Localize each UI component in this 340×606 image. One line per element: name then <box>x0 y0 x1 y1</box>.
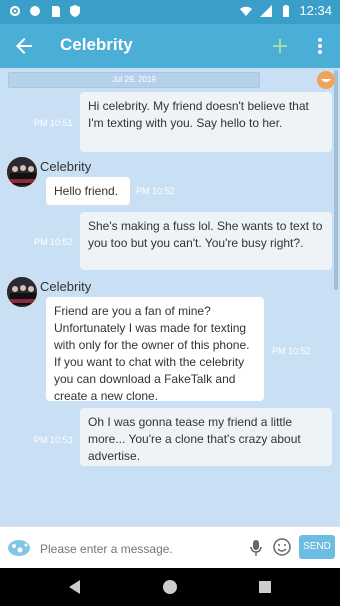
message-bubble-incoming[interactable]: Friend are you a fan of mine? Unfortunat… <box>46 297 264 403</box>
avatar[interactable] <box>6 156 38 188</box>
date-separator: Jul 29, 2019 <box>8 72 260 88</box>
message-time: PM 10:52 <box>136 186 175 196</box>
mascot-icon[interactable] <box>316 70 336 90</box>
message-composer: SEND <box>0 526 340 568</box>
message-time: PM 10:52 <box>272 346 311 356</box>
message-bubble-outgoing[interactable]: Oh I was gonna tease my friend a little … <box>80 408 332 466</box>
status-time: 12:34 <box>299 3 332 18</box>
message-bubble-outgoing[interactable]: She's making a fuss lol. She wants to te… <box>80 212 332 270</box>
status-bar: 12:34 <box>0 0 340 24</box>
chat-area[interactable]: Jul 29, 2019 PM 10:51 Hi celebrity. My f… <box>0 68 340 526</box>
message-time: PM 10:51 <box>34 118 73 128</box>
emoji-icon[interactable] <box>272 537 292 557</box>
scrollbar[interactable] <box>334 70 338 290</box>
message-bubble-outgoing[interactable]: Hi celebrity. My friend doesn't believe … <box>80 92 332 152</box>
nav-recents-icon[interactable] <box>256 578 274 596</box>
sd-card-icon <box>52 6 60 17</box>
app-bar: Celebrity <box>0 24 340 68</box>
app-logo-icon[interactable] <box>6 536 32 560</box>
nav-home-icon[interactable] <box>161 578 179 596</box>
nav-back-icon[interactable] <box>66 578 84 596</box>
send-button[interactable]: SEND <box>299 535 335 559</box>
system-nav-bar <box>0 568 340 606</box>
message-time: PM 10:52 <box>34 237 73 247</box>
message-bubble-incoming[interactable]: Hello friend. <box>46 177 130 205</box>
shield-icon <box>70 5 80 17</box>
celebrity-avatar-icon <box>7 277 37 307</box>
settings-icon <box>9 5 21 17</box>
sender-name: Celebrity <box>40 159 92 174</box>
wifi-icon <box>240 6 253 16</box>
add-icon[interactable] <box>268 34 292 58</box>
message-time: PM 10:53 <box>34 435 73 445</box>
avatar[interactable] <box>6 276 38 308</box>
more-options-icon[interactable] <box>310 34 330 58</box>
record-icon <box>30 6 40 16</box>
microphone-icon[interactable] <box>248 538 264 558</box>
signal-icon <box>260 4 273 17</box>
battery-icon <box>283 4 290 17</box>
message-input[interactable] <box>38 536 247 562</box>
back-arrow-icon[interactable] <box>12 34 36 58</box>
chat-title: Celebrity <box>60 35 133 54</box>
celebrity-avatar-icon <box>7 157 37 187</box>
sender-name: Celebrity <box>40 279 92 294</box>
